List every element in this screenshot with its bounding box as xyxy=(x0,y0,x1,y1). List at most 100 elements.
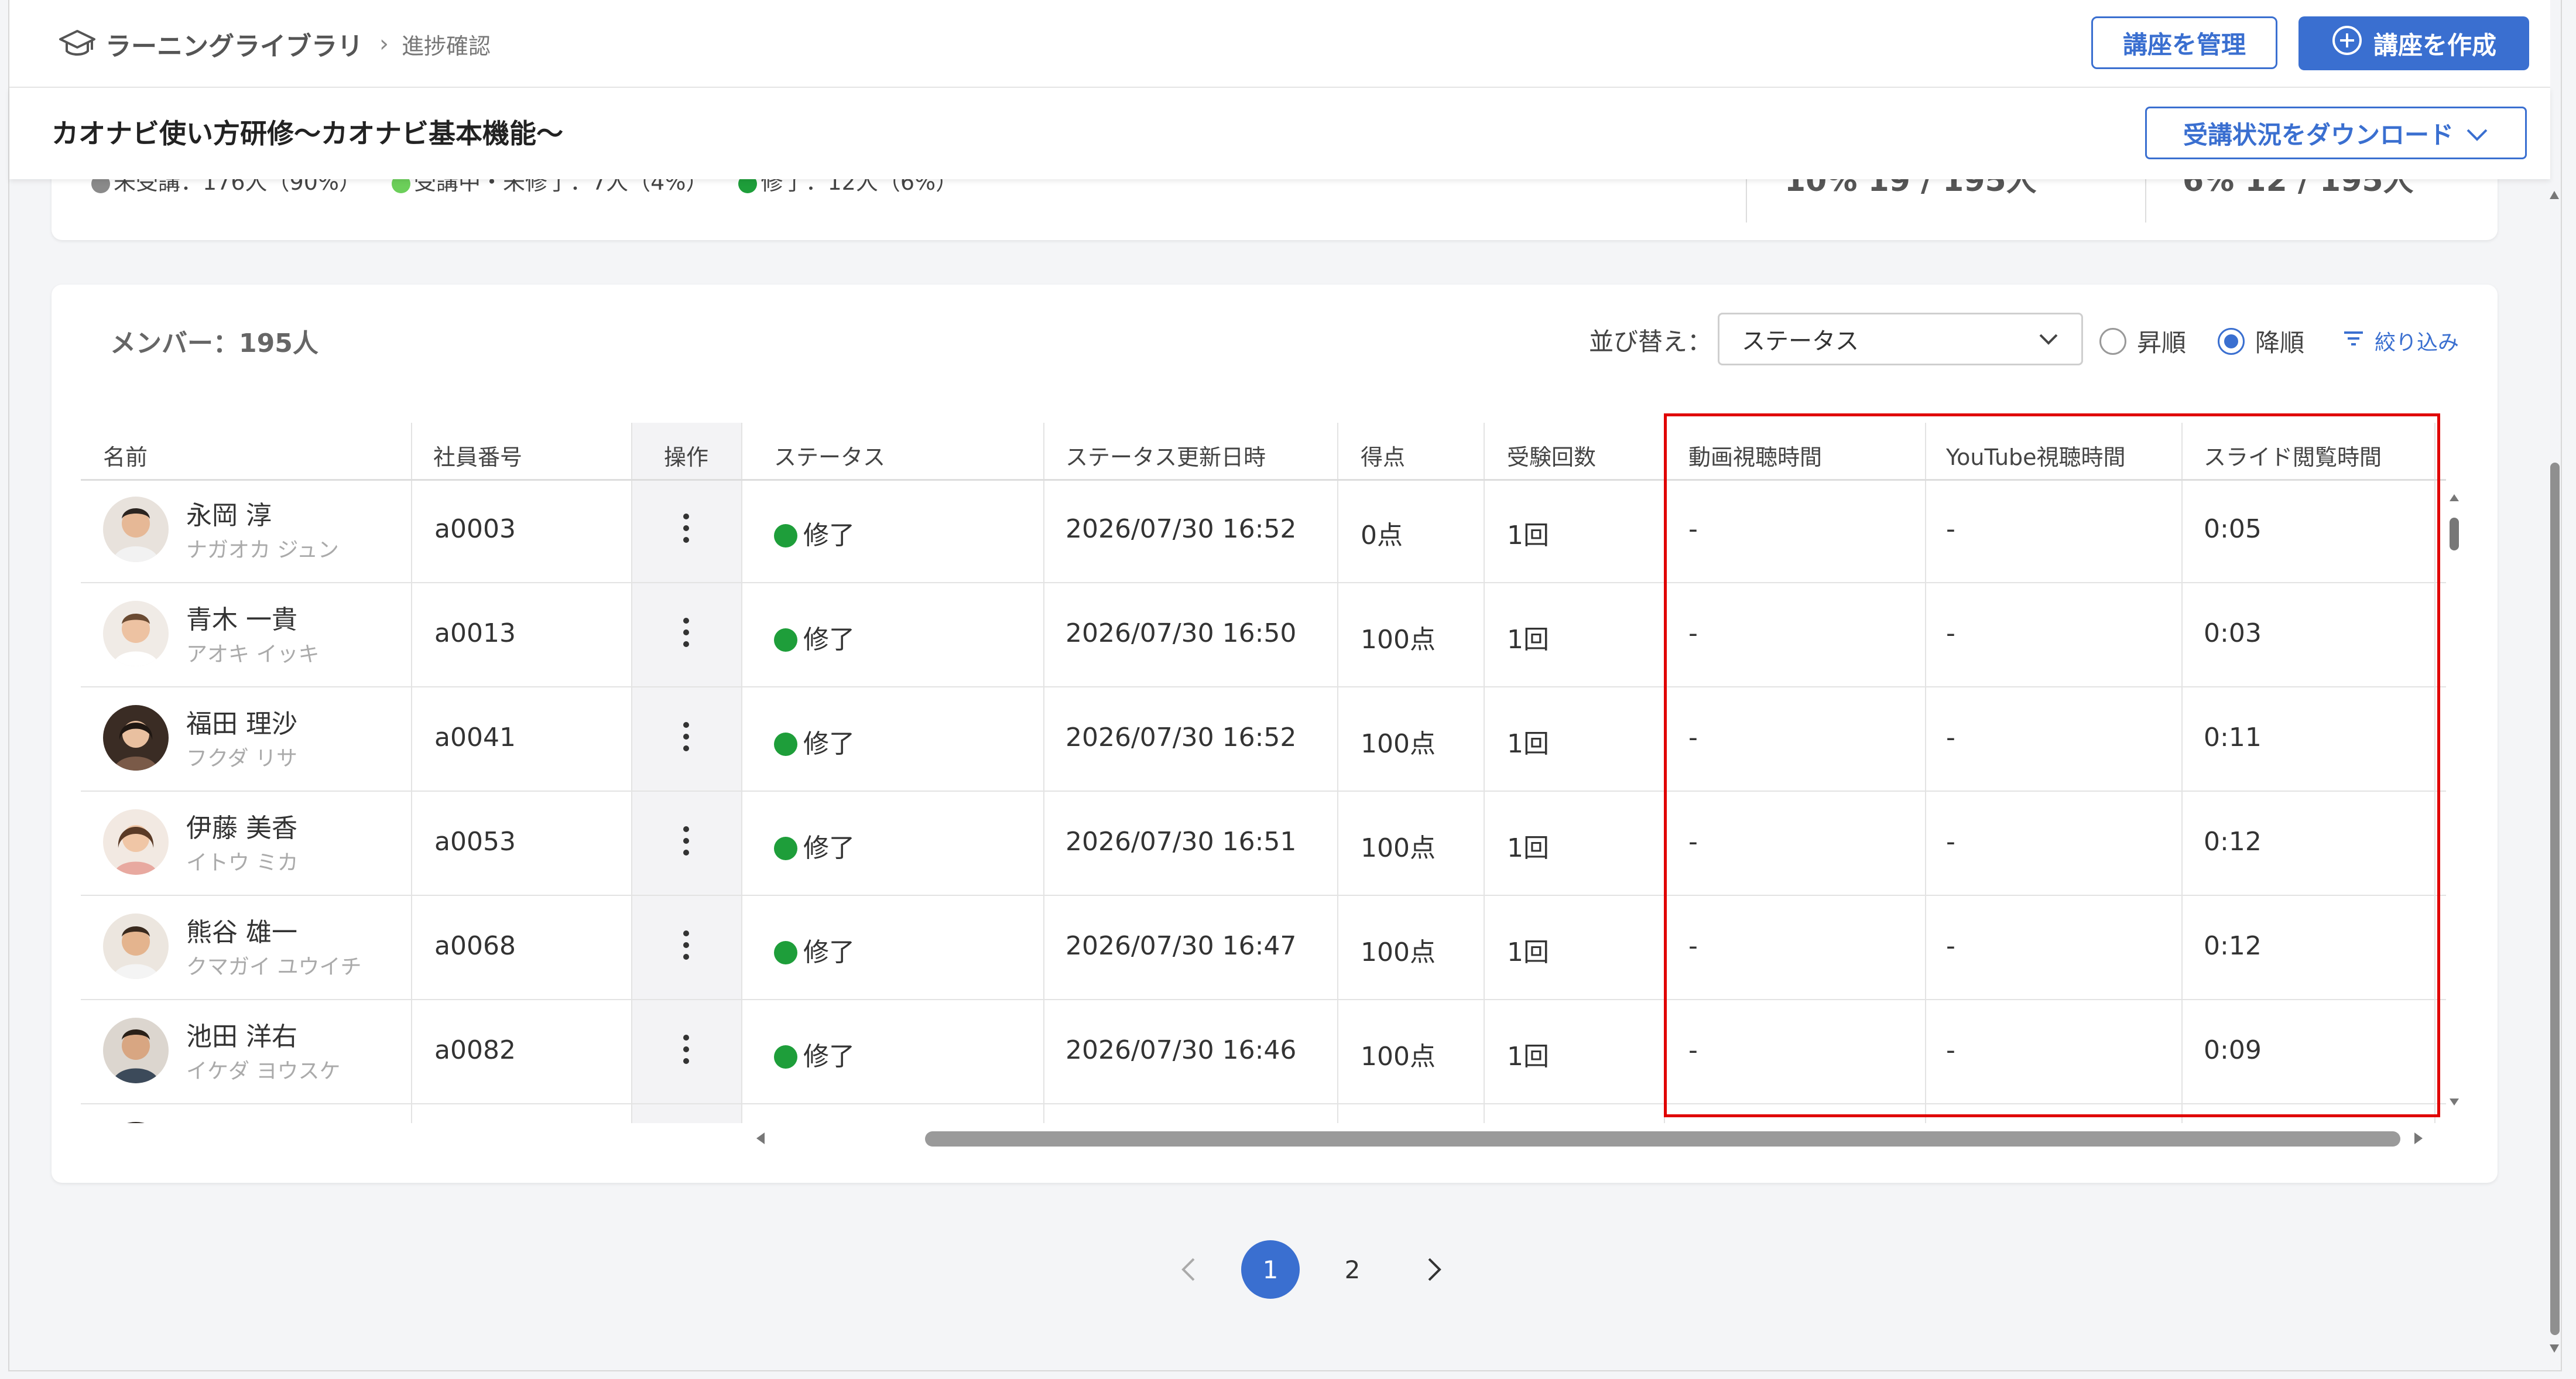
manage-course-button[interactable]: 講座を管理 xyxy=(2091,16,2277,69)
employee-id: a0053 xyxy=(434,827,516,857)
status-complete-dot xyxy=(774,628,797,652)
course-title: カオナビ使い方研修〜カオナビ基本機能〜 xyxy=(52,118,563,149)
create-course-button[interactable]: 講座を作成 xyxy=(2298,16,2529,70)
header-name[interactable]: 名前 xyxy=(103,439,148,471)
prev-page-icon[interactable] xyxy=(1159,1240,1218,1299)
status-updated: 2026/07/30 16:52 xyxy=(1066,514,1297,544)
breadcrumb: ラーニングライブラリ › 進捗確認 xyxy=(55,23,491,64)
score: 100点 xyxy=(1361,729,1436,759)
member-kana: クマガイ ユウイチ xyxy=(186,955,362,979)
member-kana: ナガオカ ジュン xyxy=(186,538,339,562)
header-score[interactable]: 得点 xyxy=(1361,439,1405,471)
avatar xyxy=(103,809,169,875)
more-vertical-icon[interactable] xyxy=(680,719,692,757)
score: 100点 xyxy=(1361,1042,1436,1072)
sort-ascending-radio[interactable]: 昇順 xyxy=(2099,323,2186,359)
page-scrollbar[interactable] xyxy=(2546,176,2563,1359)
status-label: 修了 xyxy=(803,937,855,967)
more-vertical-icon[interactable] xyxy=(680,823,692,861)
employee-id: a0082 xyxy=(434,1035,516,1065)
sort-descending-radio[interactable]: 降順 xyxy=(2218,323,2304,359)
chevron-down-icon xyxy=(2465,119,2489,148)
member-name[interactable]: 福田 理沙 xyxy=(186,703,297,740)
download-status-label: 受講状況をダウンロード xyxy=(2183,120,2454,149)
sort-descending-label: 降順 xyxy=(2255,329,2305,357)
radio-circle xyxy=(2099,327,2126,355)
page-1-button[interactable]: 1 xyxy=(1241,1240,1300,1299)
manage-course-label: 講座を管理 xyxy=(2122,30,2246,59)
page-2-button[interactable]: 2 xyxy=(1323,1240,1382,1299)
table-vertical-scrollbar[interactable] xyxy=(2447,490,2461,1110)
member-kana: フクダ リサ xyxy=(186,747,298,771)
top-header: ラーニングライブラリ › 進捗確認 講座を管理 講座を作成 xyxy=(9,0,2550,88)
header-employee-id[interactable]: 社員番号 xyxy=(433,439,522,471)
status-cell: 修了 xyxy=(774,514,855,552)
member-name[interactable]: 伊藤 美香 xyxy=(186,807,297,844)
create-course-label: 講座を作成 xyxy=(2373,30,2496,60)
member-name[interactable]: 池田 洋右 xyxy=(186,1015,297,1053)
pagination: 1 2 xyxy=(1159,1240,1464,1299)
plus-circle-icon xyxy=(2331,25,2363,62)
header-attempts[interactable]: 受験回数 xyxy=(1507,439,1596,471)
scroll-left-icon[interactable] xyxy=(749,1127,773,1150)
attempts: 1回 xyxy=(1507,521,1549,550)
scroll-right-icon[interactable] xyxy=(2406,1127,2430,1150)
status-updated: 2026/07/30 16:47 xyxy=(1066,931,1297,961)
member-kana: アオキ イッキ xyxy=(186,642,320,666)
status-label: 修了 xyxy=(803,729,855,759)
graduation-cap-icon xyxy=(55,23,100,64)
status-label: 修了 xyxy=(803,625,855,655)
status-complete-dot xyxy=(774,941,797,964)
status-complete-dot xyxy=(774,837,797,860)
member-name[interactable]: 永岡 淳 xyxy=(186,494,272,532)
status-complete-dot xyxy=(774,524,797,548)
avatar xyxy=(103,1122,169,1123)
status-label: 修了 xyxy=(803,1042,855,1072)
score: 100点 xyxy=(1361,833,1436,863)
member-kana: イケダ ヨウスケ xyxy=(186,1059,341,1083)
score: 100点 xyxy=(1361,937,1436,967)
breadcrumb-library-link[interactable]: ラーニングライブラリ xyxy=(105,25,363,63)
employee-id: a0041 xyxy=(434,723,516,752)
status-label: 修了 xyxy=(803,521,855,550)
more-vertical-icon[interactable] xyxy=(680,928,692,965)
table-horizontal-scrollbar[interactable] xyxy=(749,1127,2430,1150)
sort-label: 並び替え： xyxy=(1589,327,1712,356)
more-vertical-icon[interactable] xyxy=(680,615,692,652)
attempts: 1回 xyxy=(1507,937,1549,967)
radio-circle-selected xyxy=(2218,327,2245,355)
sort-ascending-label: 昇順 xyxy=(2137,329,2187,357)
member-kana: イトウ ミカ xyxy=(186,851,299,875)
breadcrumb-current: 進捗確認 xyxy=(402,33,491,59)
more-vertical-icon[interactable] xyxy=(680,511,692,548)
next-page-icon[interactable] xyxy=(1405,1240,1464,1299)
filter-button[interactable]: 絞り込み xyxy=(2342,326,2459,356)
status-label: 修了 xyxy=(803,833,855,863)
header-status-updated[interactable]: ステータス更新日時 xyxy=(1066,439,1266,471)
highlight-box xyxy=(1664,413,2440,1117)
score: 0点 xyxy=(1361,521,1403,550)
avatar xyxy=(103,497,169,562)
more-vertical-icon[interactable] xyxy=(680,1032,692,1069)
employee-id: a0013 xyxy=(434,618,516,648)
filter-label: 絞り込み xyxy=(2375,331,2459,355)
download-status-button[interactable]: 受講状況をダウンロード xyxy=(2145,107,2527,159)
horizontal-scroll-thumb[interactable] xyxy=(925,1131,2400,1147)
status-updated: 2026/07/30 16:50 xyxy=(1066,618,1297,648)
status-updated: 2026/07/30 16:52 xyxy=(1066,723,1297,752)
employee-id: a0003 xyxy=(434,514,516,544)
sort-select-value: ステータス xyxy=(1742,328,1859,355)
chevron-down-icon xyxy=(2037,327,2060,357)
score: 100点 xyxy=(1361,625,1436,655)
header-actions: 操作 xyxy=(664,444,709,470)
avatar xyxy=(103,1018,169,1083)
status-complete-dot xyxy=(774,733,797,756)
status-updated: 2026/07/30 16:46 xyxy=(1066,1035,1297,1065)
member-name[interactable]: 熊谷 雄一 xyxy=(186,911,297,949)
header-status[interactable]: ステータス xyxy=(774,439,885,471)
employee-id: a0068 xyxy=(434,931,516,961)
member-name[interactable]: 青木 一貴 xyxy=(186,598,297,636)
sort-select[interactable]: ステータス xyxy=(1718,313,2083,365)
status-complete-dot xyxy=(774,1045,797,1069)
filter-icon xyxy=(2342,329,2365,353)
